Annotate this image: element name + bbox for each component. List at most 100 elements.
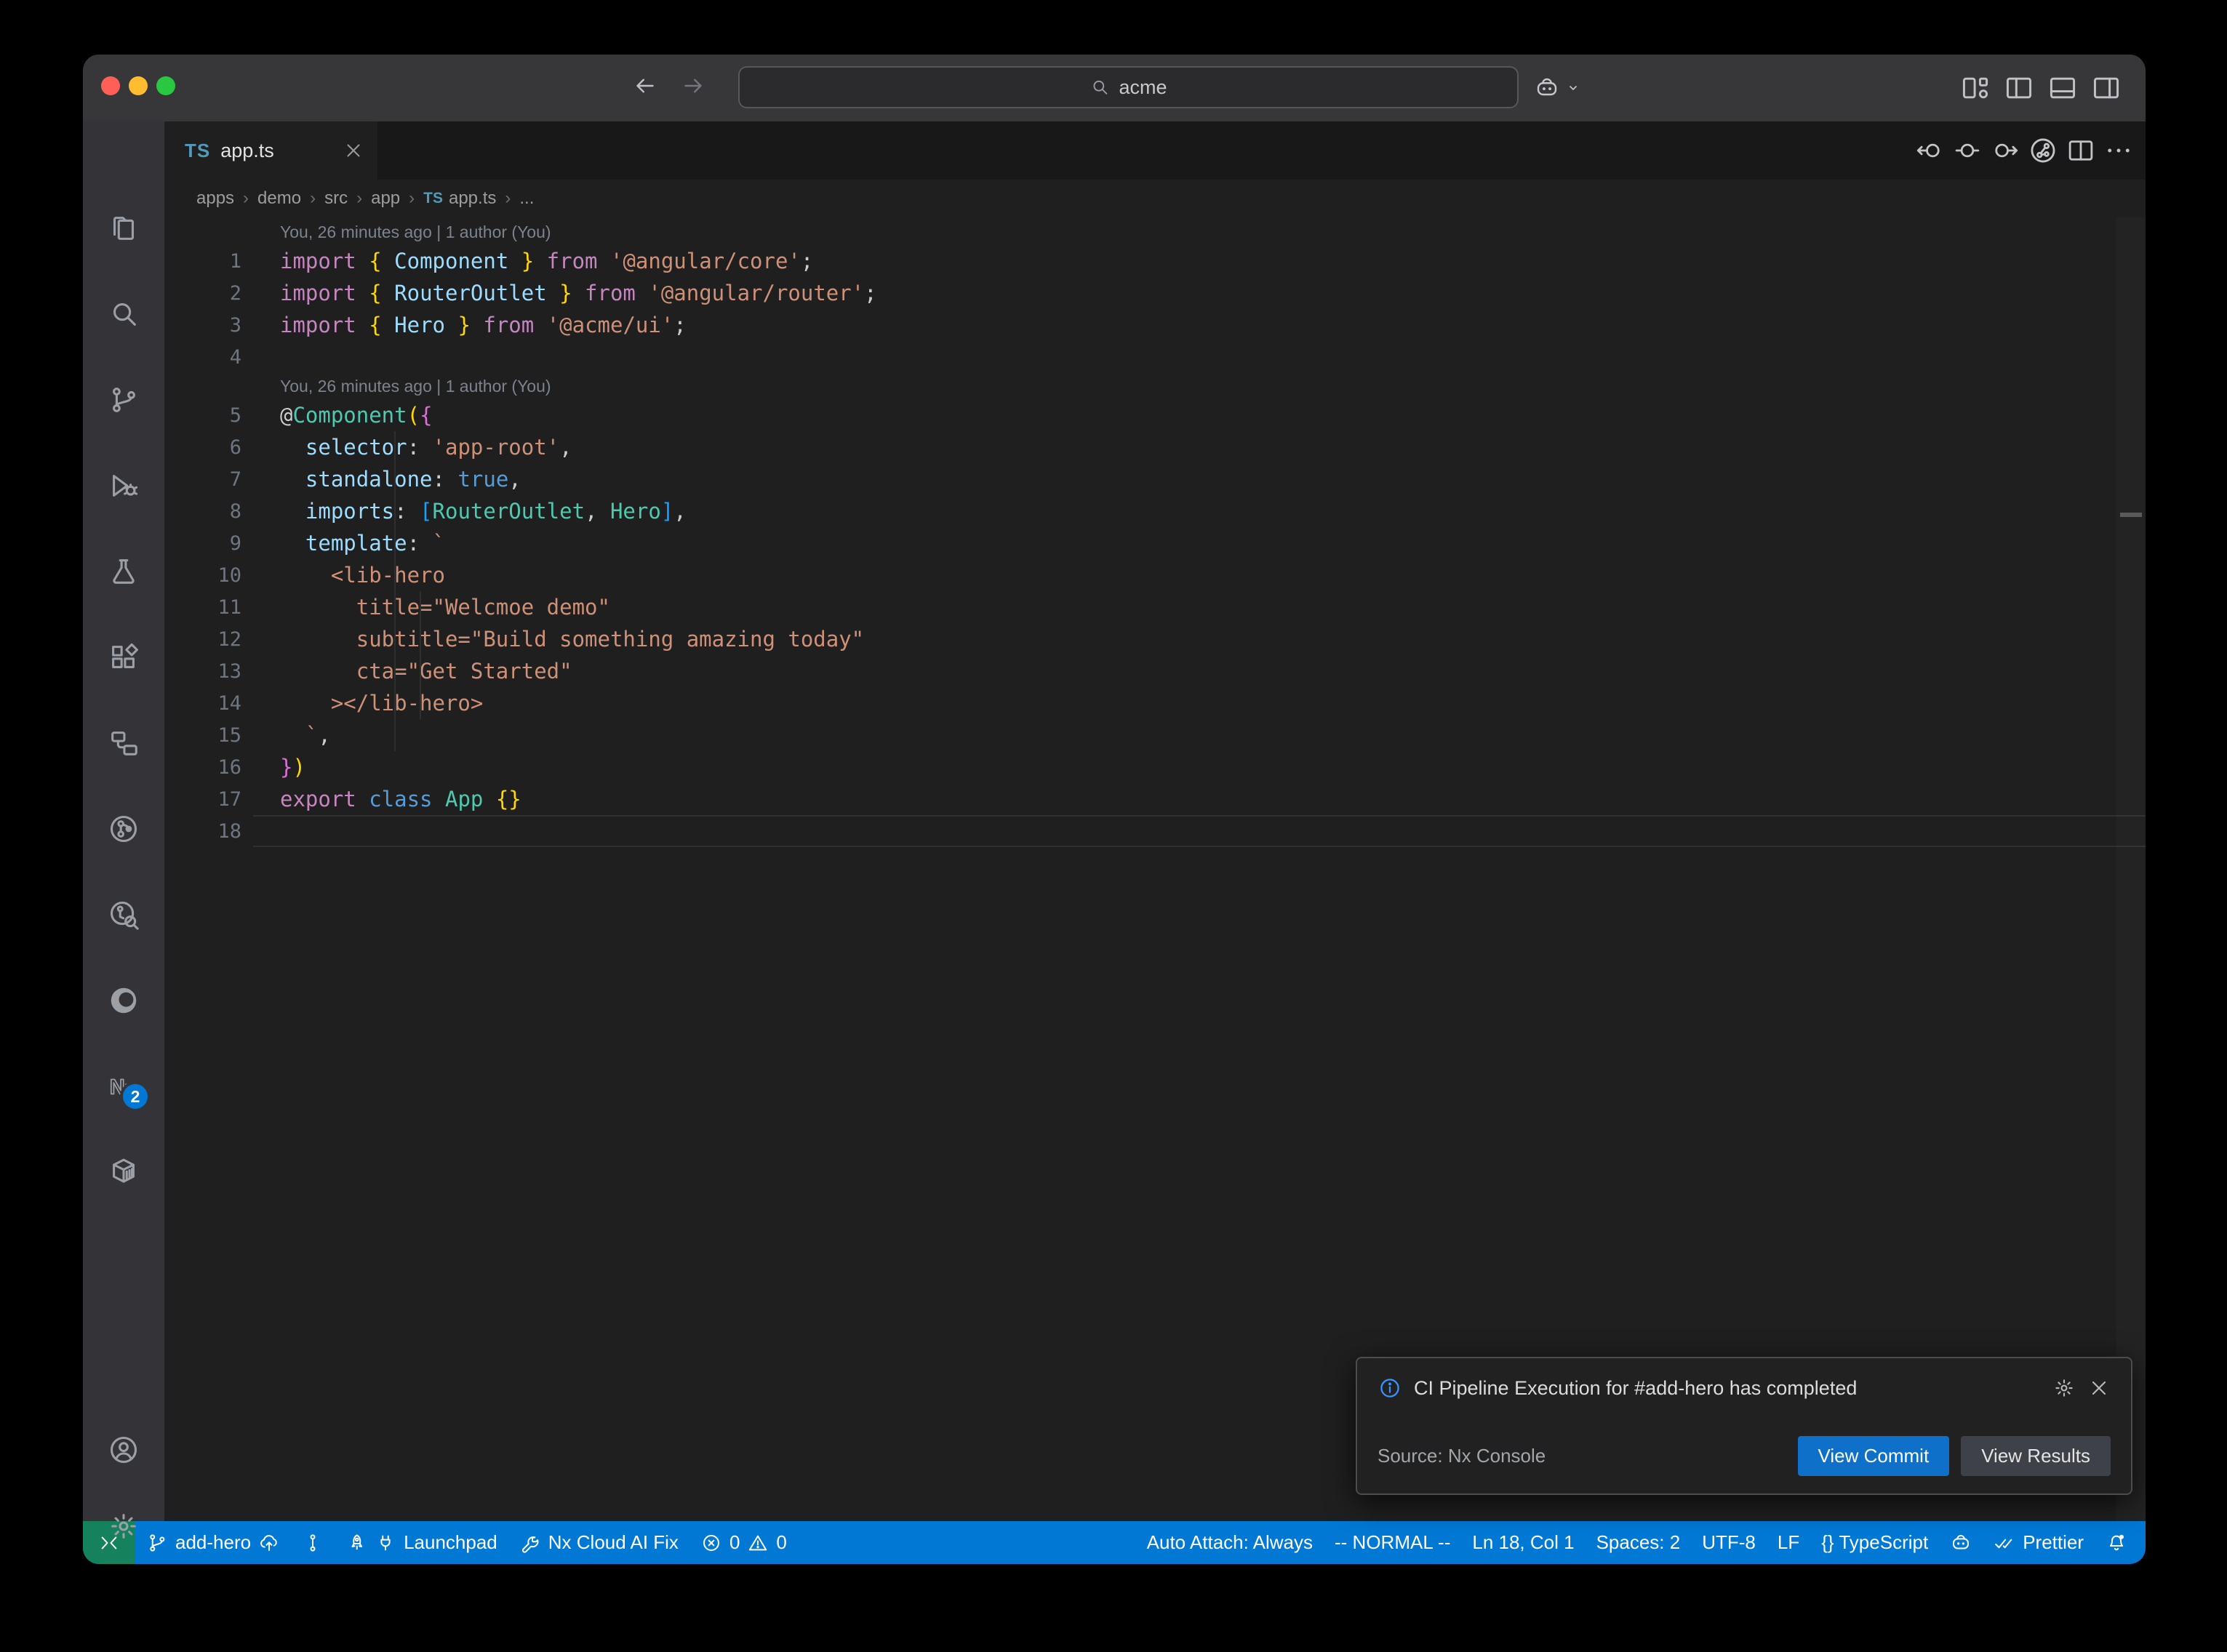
status-problems-label: 0 xyxy=(729,1531,740,1554)
breadcrumb-item-app-ts[interactable]: TSapp.ts xyxy=(423,188,496,209)
breadcrumb-item-demo[interactable]: demo xyxy=(257,188,301,209)
nx-badge: 2 xyxy=(120,1081,151,1112)
title-bar: acme xyxy=(83,55,2146,121)
typescript-file-icon: TS xyxy=(423,190,443,207)
layout-custom-icon[interactable] xyxy=(1959,72,1991,104)
status-language-mode[interactable]: {} TypeScript xyxy=(1810,1521,1939,1564)
notification-close-icon[interactable] xyxy=(2087,1376,2111,1400)
layout-panel-icon[interactable] xyxy=(2047,72,2079,104)
nav-back-icon[interactable] xyxy=(1914,135,1945,166)
notification-settings-icon[interactable] xyxy=(2052,1376,2076,1400)
code-line-2: 2import { RouterOutlet } from '@angular/… xyxy=(164,277,2146,309)
layout-left-icon[interactable] xyxy=(2003,72,2035,104)
breadcrumb: apps›demo›src›app›TSapp.ts›... xyxy=(164,180,2146,217)
sidebar-item-accounts[interactable] xyxy=(107,1433,140,1467)
toggle-panel-button[interactable] xyxy=(2047,72,2079,108)
status-cursor-position[interactable]: Ln 18, Col 1 xyxy=(1461,1521,1585,1564)
line-content: subtitle="Build something amazing today" xyxy=(253,623,2146,655)
status-eol[interactable]: LF xyxy=(1767,1521,1810,1564)
close-button[interactable] xyxy=(101,76,120,95)
toggle-primary-sidebar-button[interactable] xyxy=(2003,72,2035,108)
copilot-menu-button[interactable] xyxy=(1534,69,1582,107)
breadcrumb-item-app[interactable]: app xyxy=(371,188,400,209)
line-number: 15 xyxy=(164,724,253,747)
container-icon xyxy=(107,1155,140,1189)
zoom-button[interactable] xyxy=(156,76,175,95)
status-formatter-label: Prettier xyxy=(2023,1531,2084,1554)
breadcrumb-separator: › xyxy=(243,188,249,209)
code-line-7: 7 standalone: true, xyxy=(164,463,2146,495)
breadcrumb-item-apps[interactable]: apps xyxy=(196,188,234,209)
sidebar-item-search[interactable] xyxy=(107,297,140,331)
error-icon xyxy=(700,1532,722,1554)
customize-layout-button[interactable] xyxy=(1959,72,1991,108)
status-indentation[interactable]: Spaces: 2 xyxy=(1586,1521,1692,1564)
status-vim-mode[interactable]: -- NORMAL -- xyxy=(1324,1521,1461,1564)
breadcrumb-separator: › xyxy=(505,188,511,209)
tab-app-ts[interactable]: TS app.ts xyxy=(164,121,377,180)
line-content: import { Hero } from '@acme/ui'; xyxy=(253,309,2146,341)
code-line-5: 5@Component({ xyxy=(164,399,2146,431)
status-git-branch[interactable]: add-hero xyxy=(135,1521,291,1564)
split-editor-icon[interactable] xyxy=(2066,135,2096,166)
sidebar-item-nx-console[interactable]: 2 xyxy=(107,1070,140,1103)
line-number: 10 xyxy=(164,564,253,587)
line-number: 8 xyxy=(164,500,253,523)
sidebar-item-edge-browser[interactable] xyxy=(107,984,140,1017)
commit-graph-icon[interactable] xyxy=(2028,135,2058,166)
sidebar-item-project-references[interactable] xyxy=(107,726,140,760)
tab-close-icon[interactable] xyxy=(343,140,364,161)
notification-source: Source: Nx Console xyxy=(1378,1445,1786,1467)
status-auto-attach[interactable]: Auto Attach: Always xyxy=(1136,1521,1324,1564)
sidebar-item-settings[interactable] xyxy=(107,1509,140,1543)
toggle-secondary-sidebar-button[interactable] xyxy=(2090,72,2122,108)
gitlens-icon xyxy=(107,812,140,846)
status-encoding-label: UTF-8 xyxy=(1702,1531,1756,1554)
minimize-button[interactable] xyxy=(129,76,148,95)
nav-current-icon[interactable] xyxy=(1952,135,1983,166)
sidebar-item-gitlens[interactable] xyxy=(107,812,140,846)
notification-toast: CI Pipeline Execution for #add-hero has … xyxy=(1356,1357,2132,1495)
layout-right-icon[interactable] xyxy=(2090,72,2122,104)
status-problems[interactable]: 00 xyxy=(689,1521,798,1564)
scrollbar[interactable] xyxy=(2116,217,2146,1521)
sidebar-item-containers[interactable] xyxy=(107,1155,140,1189)
search-icon xyxy=(1089,77,1110,97)
status-launchpad[interactable]: Launchpad xyxy=(335,1521,508,1564)
sidebar-item-explorer[interactable] xyxy=(107,212,140,245)
command-center-search[interactable]: acme xyxy=(738,66,1519,108)
nav-forward-icon[interactable] xyxy=(680,73,706,99)
editor[interactable]: You, 26 minutes ago | 1 author (You)1imp… xyxy=(164,217,2146,1521)
status-formatter[interactable]: Prettier xyxy=(1983,1521,2095,1564)
line-number: 5 xyxy=(164,404,253,427)
status-nx-cloud-ai-fix[interactable]: Nx Cloud AI Fix xyxy=(508,1521,689,1564)
view-results-button[interactable]: View Results xyxy=(1961,1436,2111,1476)
status-notifications-bell[interactable] xyxy=(2095,1521,2138,1564)
chevron-down-icon xyxy=(1564,79,1582,97)
extensions-icon xyxy=(107,641,140,674)
status-copilot-status[interactable] xyxy=(1939,1521,1983,1564)
view-commit-button[interactable]: View Commit xyxy=(1798,1436,1950,1476)
scm-icon xyxy=(107,383,140,417)
line-number: 1 xyxy=(164,250,253,273)
status-vim-mode-label: -- NORMAL -- xyxy=(1335,1531,1450,1554)
sidebar-item-testing[interactable] xyxy=(107,555,140,588)
sidebar-item-gitlens-inspect[interactable] xyxy=(107,898,140,931)
breadcrumb-item--[interactable]: ... xyxy=(519,188,534,209)
status-commit-graph[interactable] xyxy=(291,1521,335,1564)
status-git-branch-label: add-hero xyxy=(175,1531,251,1554)
activity-bar: 2 xyxy=(83,121,164,1521)
more-actions-icon[interactable] xyxy=(2103,135,2134,166)
sidebar-item-source-control[interactable] xyxy=(107,383,140,417)
code-line-6: 6 selector: 'app-root', xyxy=(164,431,2146,463)
sidebar-item-extensions[interactable] xyxy=(107,641,140,674)
copilot-icon xyxy=(1950,1532,1972,1554)
code-line-3: 3import { Hero } from '@acme/ui'; xyxy=(164,309,2146,341)
line-content: standalone: true, xyxy=(253,463,2146,495)
nav-forward-icon[interactable] xyxy=(1990,135,2020,166)
breadcrumb-item-src[interactable]: src xyxy=(324,188,348,209)
sidebar-item-run-debug[interactable] xyxy=(107,469,140,502)
nav-back-icon[interactable] xyxy=(632,73,658,99)
line-content: import { RouterOutlet } from '@angular/r… xyxy=(253,277,2146,309)
status-encoding[interactable]: UTF-8 xyxy=(1691,1521,1767,1564)
